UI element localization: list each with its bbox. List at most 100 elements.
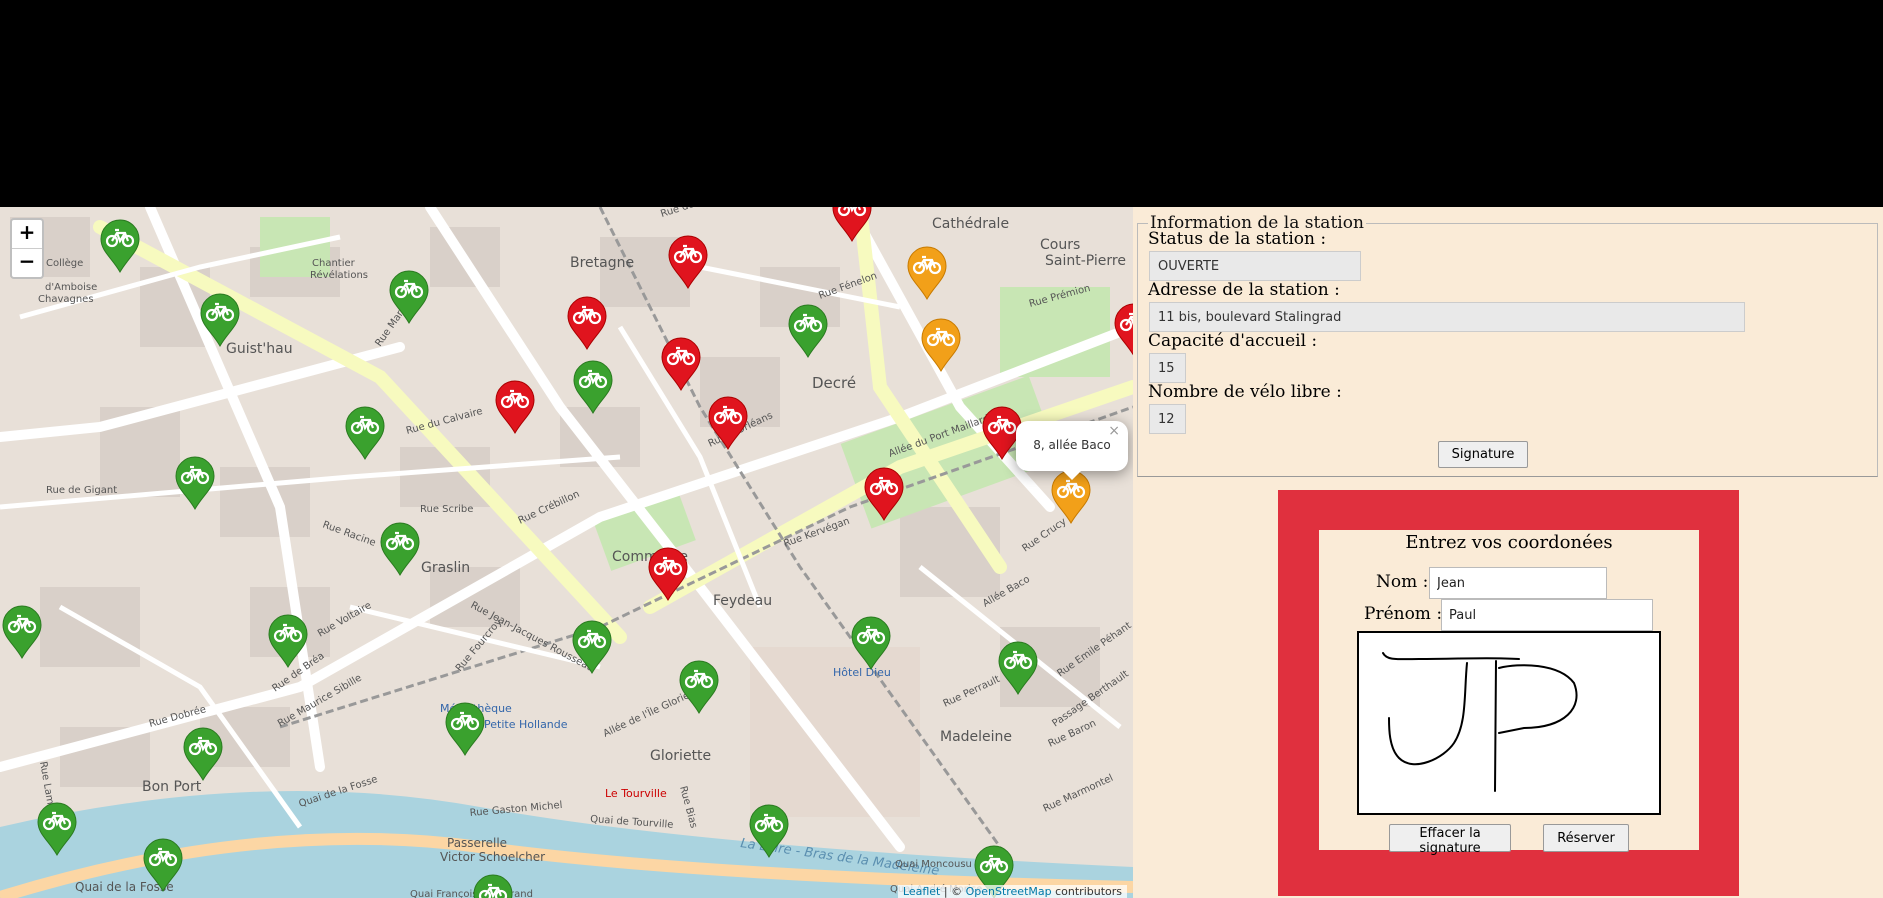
svg-text:Madeleine: Madeleine xyxy=(940,729,1012,745)
station-marker[interactable] xyxy=(181,726,225,782)
svg-text:Cathédrale: Cathédrale xyxy=(932,216,1009,232)
station-marker[interactable] xyxy=(198,292,242,348)
station-marker-empty[interactable] xyxy=(830,207,874,243)
clear-signature-button[interactable]: Effacer la signature xyxy=(1389,824,1511,856)
bicycle-icon xyxy=(907,246,947,301)
station-marker-low[interactable] xyxy=(919,317,963,373)
popup-tip xyxy=(1062,470,1082,480)
bicycle-icon xyxy=(345,406,385,461)
bicycle-icon xyxy=(679,660,719,715)
station-marker[interactable] xyxy=(343,405,387,461)
prenom-input[interactable] xyxy=(1441,599,1653,631)
bicycle-icon xyxy=(37,802,77,857)
address-label: Adresse de la station : xyxy=(1148,280,1340,300)
station-marker-empty[interactable] xyxy=(862,466,906,522)
station-marker[interactable] xyxy=(173,455,217,511)
reserve-button[interactable]: Réserver xyxy=(1543,824,1629,852)
bicycle-icon xyxy=(661,337,701,392)
station-marker-empty[interactable] xyxy=(493,379,537,435)
station-marker[interactable] xyxy=(443,701,487,757)
map-attribution: Leaflet | © OpenStreetMap contributors xyxy=(897,885,1127,898)
svg-text:Saint-Pierre: Saint-Pierre xyxy=(1045,253,1126,269)
bicycle-icon xyxy=(921,318,961,373)
svg-text:Cours: Cours xyxy=(1040,237,1080,253)
signature-drawing xyxy=(1382,652,1578,792)
station-marker[interactable] xyxy=(0,604,44,660)
station-marker[interactable] xyxy=(266,613,310,669)
station-marker[interactable] xyxy=(996,640,1040,696)
svg-text:Révélations: Révélations xyxy=(310,269,368,281)
svg-text:Passerelle: Passerelle xyxy=(447,836,507,850)
station-marker[interactable] xyxy=(471,873,515,898)
bicycle-icon xyxy=(1114,303,1133,356)
bicycle-icon xyxy=(495,380,535,435)
bicycle-icon xyxy=(100,219,140,274)
bicycle-icon xyxy=(389,270,429,325)
station-marker[interactable] xyxy=(849,615,893,671)
station-marker-empty[interactable] xyxy=(646,546,690,602)
zoom-in-button[interactable]: + xyxy=(12,220,42,248)
nom-label: Nom : xyxy=(1376,572,1429,592)
bicycle-icon xyxy=(668,235,708,290)
station-marker-empty[interactable] xyxy=(565,295,609,351)
bicycle-icon xyxy=(473,874,513,898)
station-marker-empty[interactable] xyxy=(1112,302,1133,358)
station-marker[interactable] xyxy=(677,659,721,715)
bicycle-icon xyxy=(567,296,607,351)
station-marker[interactable] xyxy=(786,303,830,359)
svg-text:Bretagne: Bretagne xyxy=(570,255,634,271)
svg-text:Petite Hollande: Petite Hollande xyxy=(484,718,568,731)
capacity-field[interactable] xyxy=(1149,353,1186,383)
reservation-form: Entrez vos coordonées Nom : Prénom : Eff… xyxy=(1319,530,1699,856)
station-marker[interactable] xyxy=(141,837,185,893)
attribution-tail: contributors xyxy=(1051,885,1122,898)
bicycle-icon xyxy=(572,620,612,675)
station-marker-low[interactable] xyxy=(905,245,949,301)
svg-text:Collège: Collège xyxy=(46,257,83,269)
station-marker[interactable] xyxy=(747,803,791,859)
bicycle-icon xyxy=(648,547,688,602)
bicycle-icon xyxy=(445,702,485,757)
nom-input[interactable] xyxy=(1429,567,1607,599)
prenom-label: Prénom : xyxy=(1364,604,1443,624)
svg-text:Le Tourville: Le Tourville xyxy=(605,787,667,800)
bicycle-icon xyxy=(851,616,891,671)
svg-text:Chavagnes: Chavagnes xyxy=(38,294,94,305)
station-marker[interactable] xyxy=(570,619,614,675)
signature-canvas[interactable] xyxy=(1357,631,1661,815)
svg-text:Victor Schoelcher: Victor Schoelcher xyxy=(440,850,545,864)
svg-text:Rue de Gigant: Rue de Gigant xyxy=(46,485,117,496)
bicycle-icon xyxy=(2,605,42,660)
station-marker-empty[interactable] xyxy=(706,395,750,451)
svg-text:Graslin: Graslin xyxy=(421,560,470,576)
free-bikes-field[interactable] xyxy=(1149,404,1186,434)
station-marker[interactable] xyxy=(98,218,142,274)
zoom-out-button[interactable]: − xyxy=(12,248,42,277)
station-marker-empty[interactable] xyxy=(659,336,703,392)
station-marker[interactable] xyxy=(378,521,422,577)
bicycle-icon xyxy=(788,304,828,359)
signature-button[interactable]: Signature xyxy=(1438,441,1528,468)
station-popup: 8, allée Baco × xyxy=(1016,421,1128,480)
popup-close-icon[interactable]: × xyxy=(1108,423,1120,439)
bicycle-icon xyxy=(998,641,1038,696)
capacity-label: Capacité d'accueil : xyxy=(1148,331,1318,351)
station-marker[interactable] xyxy=(35,801,79,857)
leaflet-link[interactable]: Leaflet xyxy=(903,885,940,898)
svg-text:Gloriette: Gloriette xyxy=(650,748,711,764)
popup-address: 8, allée Baco xyxy=(1033,438,1111,452)
station-marker-empty[interactable] xyxy=(666,234,710,290)
reservation-title: Entrez vos coordonées xyxy=(1405,532,1613,553)
map[interactable]: Bretagne Decré Cathédrale Cours Saint-Pie… xyxy=(0,207,1133,898)
station-marker[interactable] xyxy=(387,269,431,325)
address-field[interactable] xyxy=(1149,302,1745,332)
station-marker[interactable] xyxy=(571,359,615,415)
status-label: Status de la station : xyxy=(1148,229,1327,249)
svg-text:Decré: Decré xyxy=(812,374,856,392)
bicycle-icon xyxy=(380,522,420,577)
bicycle-icon xyxy=(200,293,240,348)
attribution-sep: | © xyxy=(940,885,966,898)
osm-link[interactable]: OpenStreetMap xyxy=(966,885,1052,898)
top-banner xyxy=(0,0,1883,207)
status-field[interactable] xyxy=(1149,251,1361,281)
